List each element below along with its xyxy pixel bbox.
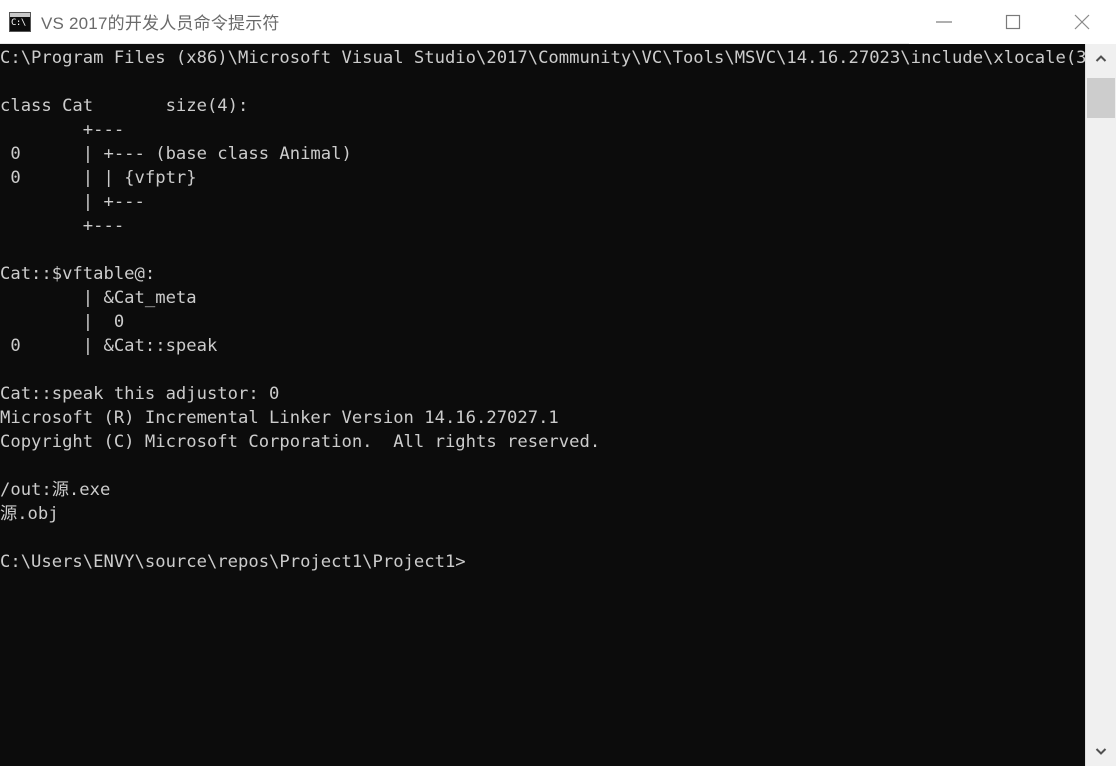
minimize-icon: [935, 21, 952, 23]
close-button[interactable]: [1047, 0, 1116, 44]
vertical-scrollbar[interactable]: [1085, 44, 1116, 766]
window-title: VS 2017的开发人员命令提示符: [41, 14, 280, 33]
scroll-up-button[interactable]: [1086, 44, 1116, 74]
maximize-icon: [1005, 14, 1020, 30]
scroll-down-button[interactable]: [1086, 736, 1116, 766]
window-controls: [909, 0, 1116, 44]
scrollbar-thumb[interactable]: [1087, 78, 1115, 118]
scroll-up-arrow-icon: [1095, 55, 1107, 62]
scroll-down-arrow-icon: [1095, 748, 1107, 755]
console-icon-label: C:\: [11, 17, 26, 28]
scrollbar-track[interactable]: [1086, 74, 1116, 736]
console-window: C:\ VS 2017的开发人员命令提示符 C:\Program Files (…: [0, 0, 1116, 766]
title-bar[interactable]: C:\ VS 2017的开发人员命令提示符: [0, 0, 1116, 44]
console-cmd-icon: C:\: [9, 11, 31, 32]
maximize-button[interactable]: [978, 0, 1047, 44]
console-output-area[interactable]: C:\Program Files (x86)\Microsoft Visual …: [0, 44, 1085, 766]
minimize-button[interactable]: [909, 0, 978, 44]
console-text: C:\Program Files (x86)\Microsoft Visual …: [0, 48, 1085, 572]
close-icon: [1074, 14, 1089, 30]
